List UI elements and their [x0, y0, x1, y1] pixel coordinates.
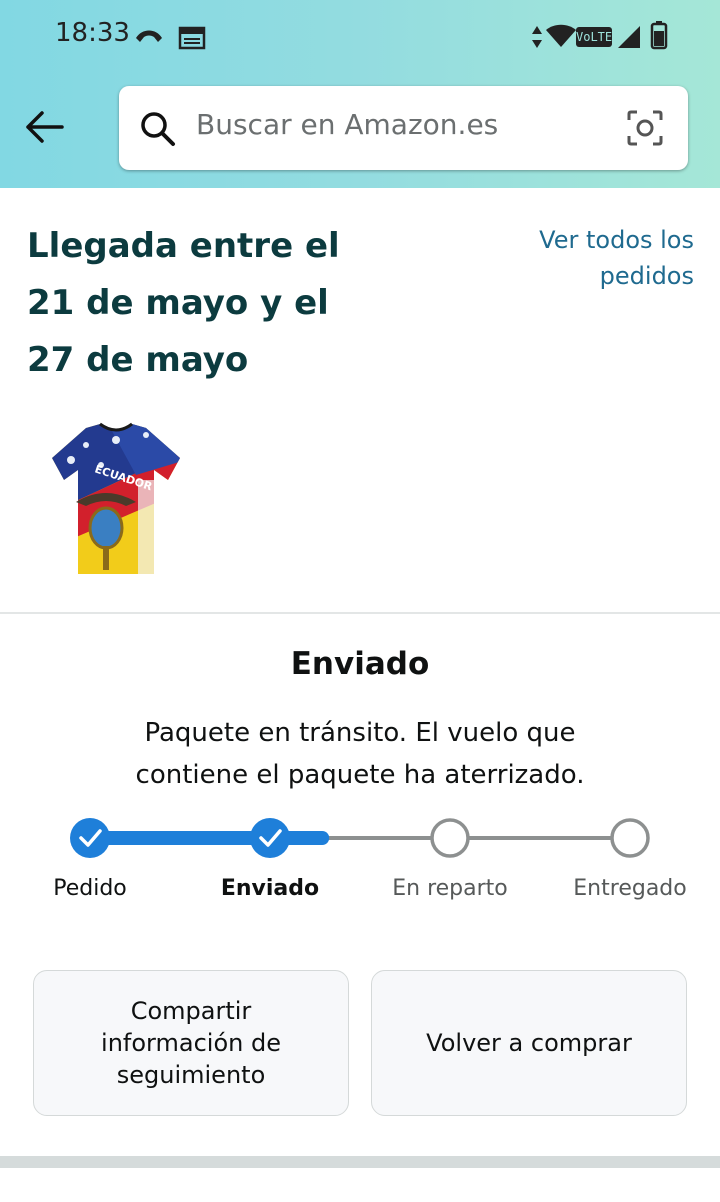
view-all-orders-link[interactable]: Ver todos los pedidos [474, 222, 694, 294]
buy-again-label: Volver a comprar [426, 1029, 632, 1057]
buy-again-button[interactable]: Volver a comprar [371, 970, 687, 1116]
call-icon [136, 30, 162, 42]
search-box[interactable]: Buscar en Amazon.es [119, 86, 688, 170]
back-arrow-icon[interactable] [22, 104, 68, 150]
view-all-orders-line-2[interactable]: pedidos [474, 258, 694, 294]
shipment-status-title: Enviado [290, 646, 430, 682]
camera-icon[interactable] [625, 108, 665, 148]
view-all-orders-line-1[interactable]: Ver todos los [474, 222, 694, 258]
step-label-pedido: Pedido [53, 876, 127, 901]
progress-tracker [70, 818, 650, 858]
shipment-status-description: Paquete en tránsito. El vuelo que contie… [110, 712, 610, 796]
step-label-enviado: Enviado [220, 876, 320, 901]
share-tracking-line-3: seguimiento [116, 1061, 266, 1089]
status-time: 18:33 [55, 18, 130, 48]
share-tracking-line-2: información de [101, 1029, 281, 1057]
step-marker-pedido [70, 818, 110, 858]
shipment-description-line-2: contiene el paquete ha aterrizado. [135, 760, 585, 790]
top-bar: 18:33 VoLTE Buscar en Amazon.es [0, 0, 720, 188]
step-marker-en-reparto [430, 818, 470, 858]
step-label-en-reparto: En reparto [392, 876, 508, 901]
signal-icon [618, 26, 640, 48]
search-icon [141, 112, 175, 146]
arrival-line-1: Llegada entre el [27, 226, 340, 266]
product-image[interactable]: ECUADOR [46, 420, 186, 578]
search-input[interactable]: Buscar en Amazon.es [196, 108, 498, 141]
section-divider [0, 612, 720, 614]
step-marker-entregado [610, 818, 650, 858]
arrival-line-2: 21 de mayo y el [27, 283, 329, 323]
share-tracking-line-1: Compartir [130, 997, 252, 1025]
step-label-entregado: Entregado [573, 876, 687, 901]
share-tracking-button[interactable]: Compartir información de seguimiento [33, 970, 349, 1116]
step-marker-enviado [250, 818, 290, 858]
volte-badge: VoLTE [576, 27, 612, 47]
section-separator [0, 1156, 720, 1168]
arrival-heading: Llegada entre el 21 de mayo y el 27 de m… [27, 218, 387, 389]
arrival-line-3: 27 de mayo [27, 340, 249, 380]
data-arrows-icon [532, 26, 542, 48]
shipment-description-line-1: Paquete en tránsito. El vuelo que [144, 718, 576, 748]
calendar-icon [178, 26, 206, 50]
battery-icon [650, 21, 668, 50]
wifi-icon [546, 24, 576, 47]
